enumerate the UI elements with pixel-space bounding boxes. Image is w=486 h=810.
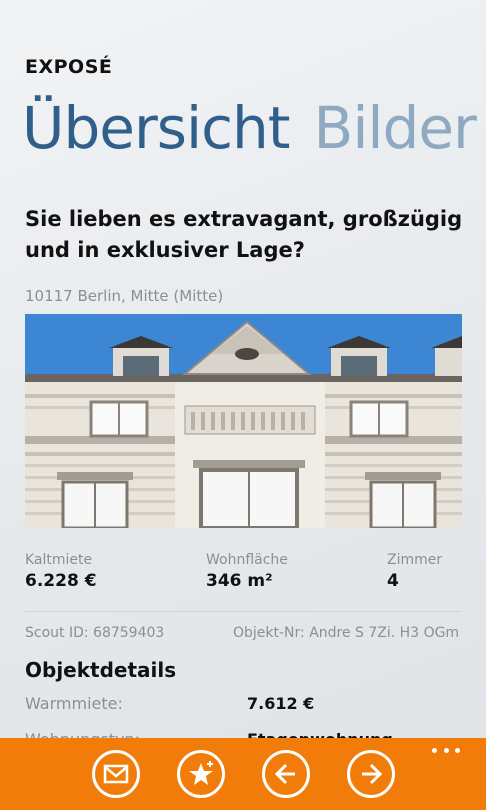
fact-value: 346 m²	[206, 571, 273, 591]
pivot-tab-uebersicht[interactable]: Übersicht	[22, 88, 291, 168]
objekt-nr: Objekt-Nr: Andre S 7Zi. H3 OGm	[233, 625, 460, 641]
back-arrow-icon	[274, 763, 295, 785]
fact-label: Kaltmiete	[25, 552, 93, 568]
scout-id: Scout ID: 68759403	[25, 625, 165, 641]
building-facade-photo	[25, 314, 462, 528]
listing-photo[interactable]	[25, 314, 462, 528]
more-icon[interactable]	[432, 748, 460, 758]
back-button[interactable]	[262, 750, 310, 798]
fact-label: Wohnfläche	[206, 552, 288, 568]
key-facts: Kaltmiete 6.228 € Wohnfläche 346 m² Zimm…	[0, 552, 486, 598]
fact-label: Zimmer	[387, 552, 443, 568]
fact-value: 6.228 €	[25, 571, 97, 591]
more-dot	[455, 748, 460, 753]
pivot-tab-bilder[interactable]: Bilder	[314, 88, 477, 168]
detail-value: 7.612 €	[247, 694, 315, 713]
fact-kaltmiete: Kaltmiete 6.228 €	[25, 552, 97, 591]
more-dot	[443, 748, 449, 753]
forward-arrow-icon	[362, 763, 383, 785]
detail-label: Warmmiete:	[25, 694, 123, 713]
fact-wohnflaeche: Wohnfläche 346 m²	[206, 552, 288, 591]
listing-headline: Sie lieben es extravagant, großzügig und…	[25, 207, 463, 262]
mail-icon	[103, 764, 129, 784]
pivot-header: Übersicht Bilder	[22, 88, 486, 168]
fact-value: 4	[387, 571, 399, 591]
more-dot	[432, 748, 437, 753]
favorite-star-icon	[189, 761, 213, 785]
listing-address: 10117 Berlin, Mitte (Mitte)	[25, 287, 224, 305]
forward-button[interactable]	[347, 750, 395, 798]
mail-button[interactable]	[92, 750, 140, 798]
app-bar	[0, 738, 486, 810]
section-title-objektdetails: Objektdetails	[25, 658, 177, 682]
app-title: EXPOSÉ	[25, 56, 113, 78]
favorite-button[interactable]	[177, 750, 225, 798]
fact-zimmer: Zimmer 4	[387, 552, 442, 591]
divider	[25, 611, 462, 612]
